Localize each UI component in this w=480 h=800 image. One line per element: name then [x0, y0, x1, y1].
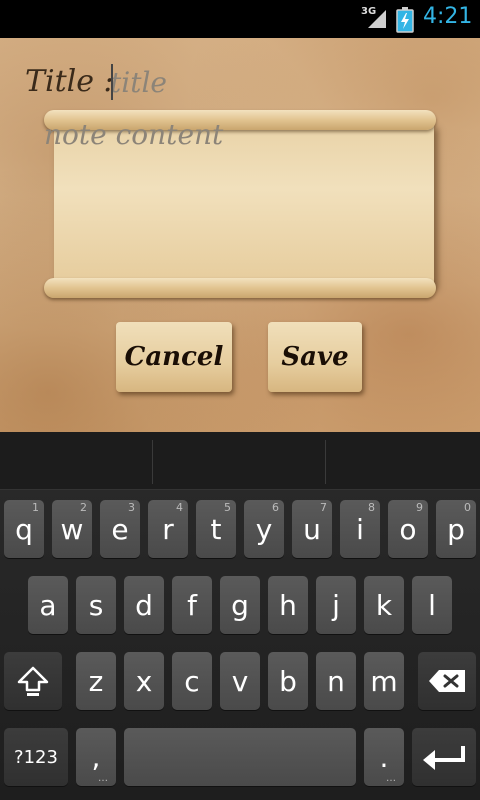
enter-icon: [423, 746, 465, 770]
key-hint: 4: [176, 501, 183, 514]
key-label: p: [447, 512, 465, 546]
shift-key[interactable]: [4, 652, 62, 710]
key-m[interactable]: m: [364, 652, 404, 710]
key-r[interactable]: r4: [148, 500, 188, 558]
key-label: e: [111, 512, 129, 546]
key-label: y: [255, 512, 273, 546]
period-key[interactable]: .…: [364, 728, 404, 786]
key-hint: 6: [272, 501, 279, 514]
title-input[interactable]: [110, 62, 440, 102]
key-a[interactable]: a: [28, 576, 68, 634]
key-l[interactable]: l: [412, 576, 452, 634]
key-b[interactable]: b: [268, 652, 308, 710]
key-c[interactable]: c: [172, 652, 212, 710]
key-o[interactable]: o9: [388, 500, 428, 558]
more-dots: …: [98, 773, 108, 784]
key-hint: 8: [368, 501, 375, 514]
note-editor: Title : Cancel Save: [0, 38, 480, 432]
note-content-input[interactable]: [44, 118, 374, 208]
key-d[interactable]: d: [124, 576, 164, 634]
comma-label: ,: [91, 740, 101, 774]
shift-icon: [17, 666, 49, 696]
key-hint: 2: [80, 501, 87, 514]
period-label: .: [379, 740, 389, 774]
backspace-icon: [429, 670, 465, 692]
suggestion-strip: [0, 432, 480, 490]
space-key[interactable]: [124, 728, 356, 786]
key-hint: 0: [464, 501, 471, 514]
key-label: q: [15, 512, 33, 546]
key-n[interactable]: n: [316, 652, 356, 710]
key-hint: 5: [224, 501, 231, 514]
key-y[interactable]: y6: [244, 500, 284, 558]
key-i[interactable]: i8: [340, 500, 380, 558]
save-button[interactable]: Save: [268, 322, 362, 392]
key-j[interactable]: j: [316, 576, 356, 634]
key-label: t: [210, 512, 222, 546]
key-label: r: [162, 512, 174, 546]
key-t[interactable]: t5: [196, 500, 236, 558]
key-p[interactable]: p0: [436, 500, 476, 558]
enter-key[interactable]: [412, 728, 476, 786]
more-dots: …: [386, 773, 396, 784]
signal-icon: [368, 10, 386, 28]
key-q[interactable]: q1: [4, 500, 44, 558]
backspace-key[interactable]: [418, 652, 476, 710]
key-k[interactable]: k: [364, 576, 404, 634]
key-label: u: [303, 512, 321, 546]
cancel-button[interactable]: Cancel: [116, 322, 232, 392]
clock: 4:21: [423, 4, 473, 29]
battery-charging-icon: [396, 7, 414, 33]
key-w[interactable]: w2: [52, 500, 92, 558]
key-s[interactable]: s: [76, 576, 116, 634]
key-h[interactable]: h: [268, 576, 308, 634]
key-f[interactable]: f: [172, 576, 212, 634]
title-label: Title :: [25, 64, 114, 99]
suggestion-divider: [152, 440, 153, 484]
symbols-key[interactable]: ?123: [4, 728, 68, 786]
key-hint: 9: [416, 501, 423, 514]
suggestion-divider: [325, 440, 326, 484]
key-v[interactable]: v: [220, 652, 260, 710]
key-e[interactable]: e3: [100, 500, 140, 558]
key-label: w: [60, 512, 84, 546]
key-hint: 7: [320, 501, 327, 514]
key-z[interactable]: z: [76, 652, 116, 710]
key-u[interactable]: u7: [292, 500, 332, 558]
scroll-rod-bottom: [44, 278, 436, 298]
key-label: i: [356, 512, 364, 546]
comma-key[interactable]: ,…: [76, 728, 116, 786]
status-bar: 3G 4:21: [0, 0, 480, 38]
text-cursor: [111, 64, 113, 100]
key-hint: 3: [128, 501, 135, 514]
key-x[interactable]: x: [124, 652, 164, 710]
key-hint: 1: [32, 501, 39, 514]
key-g[interactable]: g: [220, 576, 260, 634]
soft-keyboard: q1 w2 e3 r4 t5 y6 u7 i8 o9 p0 a s d f g …: [0, 432, 480, 800]
key-label: o: [399, 512, 417, 546]
